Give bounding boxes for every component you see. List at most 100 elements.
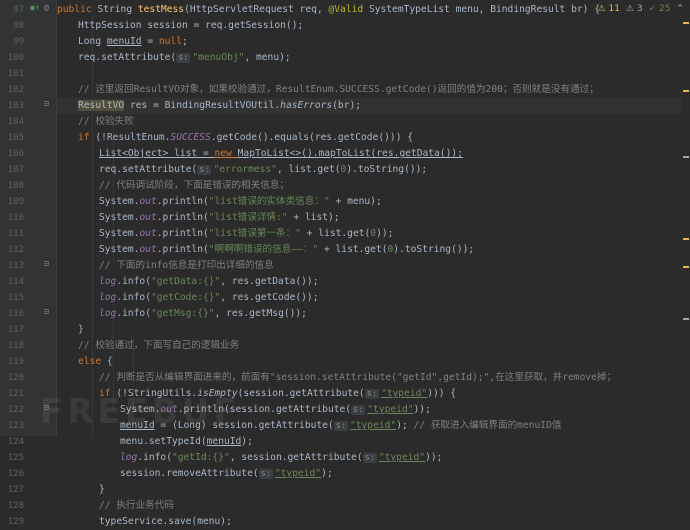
code-line[interactable]: public String testMess(HttpServletReques… [57, 2, 682, 18]
code-editor[interactable]: ◉↑ @ ⊟ ⊟ ⊟ ⊟ 97 98 99 100 101 102 103 104 105 106… [0, 0, 690, 527]
annotation-icon[interactable]: @ [44, 0, 49, 16]
code-line[interactable]: ResultVO res = BindingResultVOUtil.hasEr… [57, 98, 682, 114]
code-line[interactable]: // 判断是否从编辑界面进来的，前面有"session.setAttribute… [57, 370, 682, 386]
code-line[interactable]: req.setAttribute(s: "errormess", list.get… [57, 162, 682, 178]
code-line[interactable]: log.info("getMsg:{}", res.getMsg()); [57, 306, 682, 322]
line-number[interactable]: 111 [0, 226, 24, 242]
code-token: } [99, 484, 105, 495]
code-line[interactable]: } [57, 322, 682, 338]
line-number[interactable]: 107 [0, 162, 24, 178]
code-token: typeService.save(menu); [99, 516, 232, 527]
weak-warning-count[interactable]: ⚠ 3 [626, 2, 643, 16]
line-number[interactable]: 97 [0, 2, 24, 18]
code-line[interactable]: if (!ResultEnum.SUCCESS.getCode().equals… [57, 130, 682, 146]
code-text: // 这里返回ResultVO对象，如果校验通过，ResultEnum.SUCC… [78, 82, 599, 98]
line-number[interactable]: 104 [0, 114, 24, 130]
line-number[interactable]: 113 [0, 258, 24, 274]
code-line[interactable]: log.info("getCode:{}", res.getCode()); [57, 290, 682, 306]
code-line[interactable]: // 校验通过，下面写自己的逻辑业务 [57, 338, 682, 354]
code-line[interactable]: // 这里返回ResultVO对象，如果校验通过，ResultEnum.SUCC… [57, 82, 682, 98]
line-number[interactable]: 124 [0, 434, 24, 450]
code-line[interactable]: System.out.println("list错误的实体类信息：" + men… [57, 194, 682, 210]
editor-scrollbar[interactable] [682, 0, 690, 436]
code-line[interactable]: else { [57, 354, 682, 370]
code-line[interactable]: HttpSession session = req.getSession(); [57, 18, 682, 34]
line-number-gutter[interactable]: ◉↑ @ ⊟ ⊟ ⊟ ⊟ 97 98 99 100 101 102 103 104 105 106… [0, 0, 57, 527]
code-area[interactable]: public String testMess(HttpServletReques… [57, 0, 682, 527]
code-line[interactable]: req.setAttribute(s: "menuObj", menu); [57, 50, 682, 66]
warning-marker[interactable] [683, 238, 689, 240]
fold-marker-icon[interactable]: ⊟ [44, 304, 49, 320]
code-text: HttpSession session = req.getSession(); [78, 18, 303, 34]
code-line[interactable] [57, 66, 682, 82]
code-line[interactable]: System.out.println("list错误第一条：" + list.g… [57, 226, 682, 242]
code-line[interactable]: System.out.println(session.getAttribute(… [57, 402, 682, 418]
code-token: "getData:{}" [150, 276, 221, 287]
line-number[interactable]: 110 [0, 210, 24, 226]
warning-marker[interactable] [683, 318, 689, 320]
code-line[interactable]: Long menuId = null; [57, 34, 682, 50]
ok-count[interactable]: ✓ 25 [649, 2, 671, 16]
code-line[interactable]: System.out.println("list错误详情:" + list); [57, 210, 682, 226]
line-number[interactable]: 127 [0, 482, 24, 498]
code-token: out [139, 196, 157, 207]
code-line[interactable]: } [57, 482, 682, 498]
inspection-widget[interactable]: ⚠ 11 ⚠ 3 ✓ 25 ⌃ [598, 2, 684, 16]
line-number[interactable]: 117 [0, 322, 24, 338]
line-number[interactable]: 122 [0, 402, 24, 418]
code-line[interactable]: // 校验失败 [57, 114, 682, 130]
line-number[interactable]: 120 [0, 370, 24, 386]
warning-marker[interactable] [683, 90, 689, 92]
line-number[interactable]: 121 [0, 386, 24, 402]
line-number[interactable]: 114 [0, 274, 24, 290]
code-token: (!ResultEnum. [95, 132, 171, 143]
line-number[interactable]: 125 [0, 450, 24, 466]
line-number[interactable]: 123 [0, 418, 24, 434]
line-number[interactable]: 115 [0, 290, 24, 306]
line-number[interactable]: 101 [0, 66, 24, 82]
code-line[interactable]: if (!StringUtils.isEmpty(session.getAttr… [57, 386, 682, 402]
line-number[interactable]: 112 [0, 242, 24, 258]
line-number[interactable]: 109 [0, 194, 24, 210]
code-line[interactable]: List<Object> list = new MapToList<>().ma… [57, 146, 682, 162]
line-number[interactable]: 116 [0, 306, 24, 322]
line-number[interactable]: 105 [0, 130, 24, 146]
code-line[interactable]: menuId = (Long) session.getAttribute(s: "… [57, 418, 682, 434]
code-token: SUCCESS [170, 132, 211, 143]
warning-marker[interactable] [683, 22, 689, 24]
line-number[interactable]: 129 [0, 514, 24, 530]
code-line[interactable]: log.info("getId:{}", session.getAttribut… [57, 450, 682, 466]
line-number[interactable]: 126 [0, 466, 24, 482]
code-line[interactable]: // 下面的info信息是打印出详细的信息 [57, 258, 682, 274]
warning-marker[interactable] [683, 266, 689, 268]
code-line[interactable]: // 执行业务代码 [57, 498, 682, 514]
code-text: if (!StringUtils.isEmpty(session.getAttr… [99, 386, 456, 402]
line-number[interactable]: 102 [0, 82, 24, 98]
code-token: log [120, 452, 138, 463]
line-number[interactable]: 100 [0, 50, 24, 66]
line-number[interactable]: 108 [0, 178, 24, 194]
implementation-icon[interactable]: ◉↑ [30, 0, 40, 16]
line-number[interactable]: 103 [0, 98, 24, 114]
code-token: (br); [332, 100, 362, 111]
code-line[interactable]: log.info("getData:{}", res.getData()); [57, 274, 682, 290]
code-line[interactable]: menu.setTypeId(menuId); [57, 434, 682, 450]
fold-end-icon[interactable]: ⊟ [44, 256, 49, 272]
code-line[interactable]: // 代码调试阶段，下面是错误的相关信息； [57, 178, 682, 194]
code-line[interactable]: typeService.save(menu); [57, 514, 682, 530]
fold-marker-icon[interactable]: ⊟ [44, 96, 49, 112]
line-number[interactable]: 128 [0, 498, 24, 514]
line-number[interactable]: 99 [0, 34, 24, 50]
code-line[interactable]: System.out.println("啊啊啊错误的信息——：" + list.… [57, 242, 682, 258]
code-token: Long [78, 36, 107, 47]
line-number[interactable]: 98 [0, 18, 24, 34]
line-number[interactable]: 118 [0, 338, 24, 354]
code-text: System.out.println("list错误第一条：" + list.g… [99, 226, 393, 242]
line-number[interactable]: 106 [0, 146, 24, 162]
warning-count[interactable]: ⚠ 11 [598, 2, 620, 16]
code-line[interactable]: session.removeAttribute(s: "typeid"); [57, 466, 682, 482]
parameter-hint: s: [258, 469, 273, 479]
fold-end-icon[interactable]: ⊟ [44, 400, 49, 416]
warning-marker[interactable] [683, 156, 689, 158]
line-number[interactable]: 119 [0, 354, 24, 370]
